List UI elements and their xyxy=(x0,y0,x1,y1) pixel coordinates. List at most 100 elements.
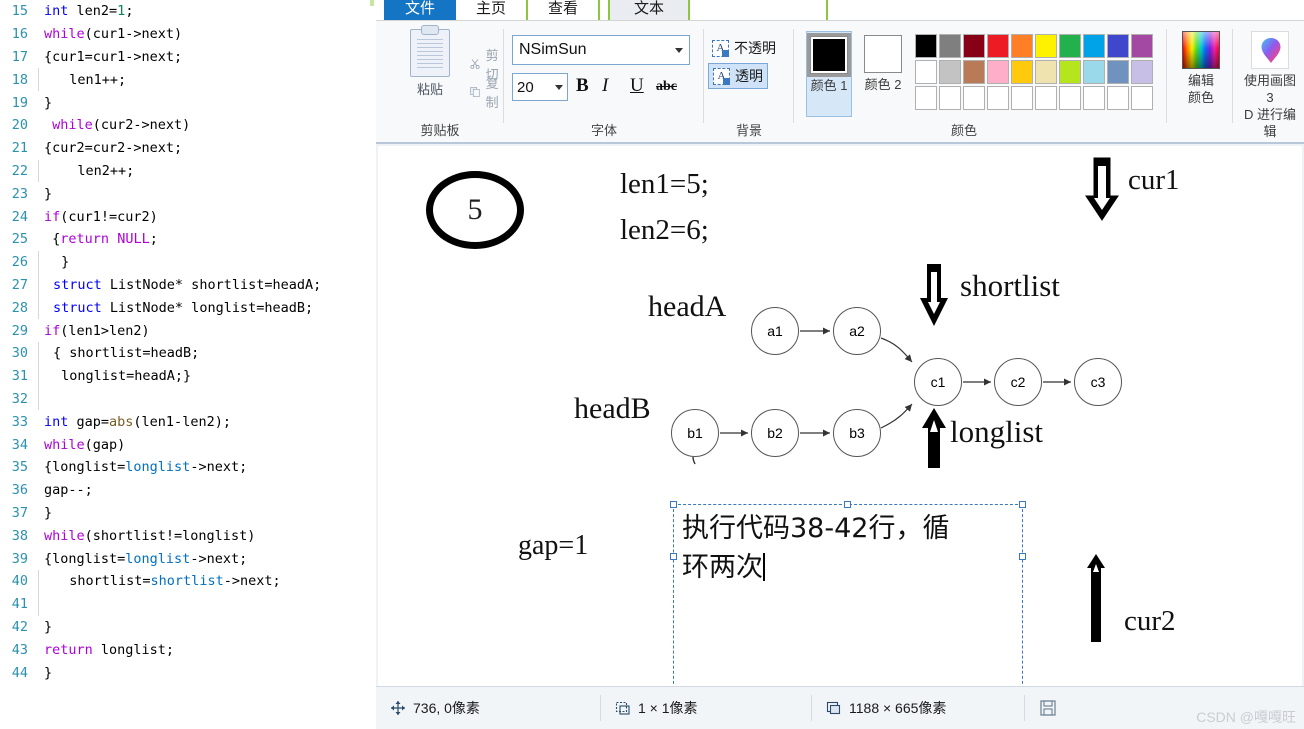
code-text: while(cur2->next) xyxy=(52,117,191,134)
scroll-marker-top xyxy=(370,0,374,6)
code-text: } xyxy=(44,185,53,202)
palette-swatch[interactable] xyxy=(939,34,961,58)
active-text-box[interactable]: 执行代码38-42行，循 环两次 xyxy=(670,501,1026,686)
tab-text[interactable]: 文本 xyxy=(608,0,690,20)
edit-colors-button[interactable]: 编辑 颜色 xyxy=(1174,31,1228,106)
palette-swatch[interactable] xyxy=(1131,34,1153,58)
color-palette xyxy=(914,33,1154,111)
color2-button[interactable]: 颜色 2 xyxy=(860,31,906,117)
code-text: } xyxy=(44,618,53,635)
drawing-canvas[interactable]: 5 len1=5; len2=6; headA headB gap=1 cur1… xyxy=(378,146,1302,686)
palette-swatch[interactable] xyxy=(1011,86,1033,110)
code-text: struct ListNode* longlist=headB; xyxy=(53,299,314,316)
color1-swatch xyxy=(810,36,848,74)
palette-swatch[interactable] xyxy=(1059,60,1081,84)
palette-swatch[interactable] xyxy=(987,34,1009,58)
code-editor[interactable]: 15 int len2=1; 16 while(cur1->next) 17 {cur1=… xyxy=(0,0,376,729)
font-family-combobox[interactable]: NSimSun xyxy=(512,35,690,65)
line-number: 30 xyxy=(11,345,28,362)
palette-swatch[interactable] xyxy=(1059,34,1081,58)
palette-swatch[interactable] xyxy=(1083,34,1105,58)
palette-swatch[interactable] xyxy=(1035,86,1057,110)
palette-swatch[interactable] xyxy=(963,34,985,58)
palette-swatch[interactable] xyxy=(1083,60,1105,84)
copy-icon xyxy=(470,87,480,97)
color1-button[interactable]: 颜色 1 xyxy=(806,31,852,117)
shortlist-label: shortlist xyxy=(960,268,1060,303)
line-number: 16 xyxy=(11,26,28,43)
code-line: 44} xyxy=(0,661,376,684)
palette-swatch[interactable] xyxy=(915,60,937,84)
palette-swatch[interactable] xyxy=(987,60,1009,84)
code-text: len2++; xyxy=(53,162,135,179)
line-number: 43 xyxy=(11,641,28,658)
line-number: 21 xyxy=(11,140,28,157)
tab-home[interactable]: 主页 xyxy=(456,0,528,20)
code-line: 36 gap--; xyxy=(0,479,376,502)
palette-swatch[interactable] xyxy=(963,86,985,110)
line-number: 24 xyxy=(11,208,28,225)
resize-handle-top-left[interactable] xyxy=(670,501,677,508)
code-text: {return NULL; xyxy=(44,231,158,248)
code-line: 23} xyxy=(0,182,376,205)
palette-row xyxy=(914,59,1154,85)
code-line: 22 len2++; xyxy=(0,159,376,183)
indent-guide xyxy=(38,387,47,411)
shortlist-arrow-down-icon xyxy=(920,264,948,326)
palette-swatch[interactable] xyxy=(1035,34,1057,58)
code-text: if(cur1!=cur2) xyxy=(44,208,158,225)
code-text: } xyxy=(44,664,53,681)
palette-swatch[interactable] xyxy=(915,86,937,110)
line-number: 33 xyxy=(11,413,28,430)
palette-swatch[interactable] xyxy=(1059,86,1081,110)
opaque-background-button[interactable]: A 不透明 xyxy=(708,35,780,61)
code-text: if(len1>len2) xyxy=(44,322,150,339)
resize-handle-top-middle[interactable] xyxy=(844,501,851,508)
cur1-label: cur1 xyxy=(1128,164,1180,196)
transparent-background-button[interactable]: A 透明 xyxy=(708,63,768,89)
node-b3: b3 xyxy=(833,409,881,457)
palette-swatch[interactable] xyxy=(1011,60,1033,84)
annotation-circle-5: 5 xyxy=(426,171,524,249)
watermark-text: CSDN @嘎嘎旺 xyxy=(1196,709,1296,725)
tab-file[interactable]: 文件 xyxy=(384,0,456,20)
palette-swatch[interactable] xyxy=(1131,60,1153,84)
paste-button[interactable]: 粘贴 xyxy=(394,29,466,98)
tab-view[interactable]: 查看 xyxy=(528,0,600,20)
indent-guide xyxy=(38,273,47,297)
resize-handle-middle-right[interactable] xyxy=(1019,553,1026,560)
palette-swatch[interactable] xyxy=(1107,34,1129,58)
palette-swatch[interactable] xyxy=(1083,86,1105,110)
palette-swatch[interactable] xyxy=(915,34,937,58)
save-status-button[interactable] xyxy=(1025,694,1071,722)
code-line: 15 int len2=1; xyxy=(0,0,376,23)
palette-swatch[interactable] xyxy=(1035,60,1057,84)
image-size-indicator: 1188 × 665像素 xyxy=(812,694,1024,722)
line-number: 36 xyxy=(11,482,28,499)
ribbon: 粘贴 剪切 复制 剪贴板 NSimSun 20 B I U abc 字体 A 不… xyxy=(376,20,1304,142)
code-text: } xyxy=(44,94,53,111)
open-paint3d-button[interactable]: 使用画图 3 D 进行编辑 xyxy=(1240,31,1300,140)
copy-button[interactable]: 复制 xyxy=(470,73,504,111)
palette-swatch[interactable] xyxy=(987,86,1009,110)
palette-swatch[interactable] xyxy=(939,86,961,110)
palette-swatch[interactable] xyxy=(963,60,985,84)
cur2-arrow-up-icon xyxy=(1087,554,1105,642)
group-separator xyxy=(1232,29,1233,123)
ribbon-group-clipboard: 粘贴 剪切 复制 剪贴板 xyxy=(376,21,504,143)
code-text: return longlist; xyxy=(44,641,175,658)
palette-swatch[interactable] xyxy=(939,60,961,84)
bold-button[interactable]: B xyxy=(576,75,589,97)
palette-swatch[interactable] xyxy=(1107,86,1129,110)
italic-button[interactable]: I xyxy=(602,75,608,97)
indent-guide xyxy=(38,159,47,183)
strikethrough-button[interactable]: abc xyxy=(656,79,677,95)
resize-handle-top-right[interactable] xyxy=(1019,501,1026,508)
line-number: 27 xyxy=(11,276,28,293)
palette-swatch[interactable] xyxy=(1107,60,1129,84)
resize-handle-middle-left[interactable] xyxy=(670,553,677,560)
palette-swatch[interactable] xyxy=(1011,34,1033,58)
palette-swatch[interactable] xyxy=(1131,86,1153,110)
font-size-combobox[interactable]: 20 xyxy=(512,73,568,101)
underline-button[interactable]: U xyxy=(630,75,644,97)
